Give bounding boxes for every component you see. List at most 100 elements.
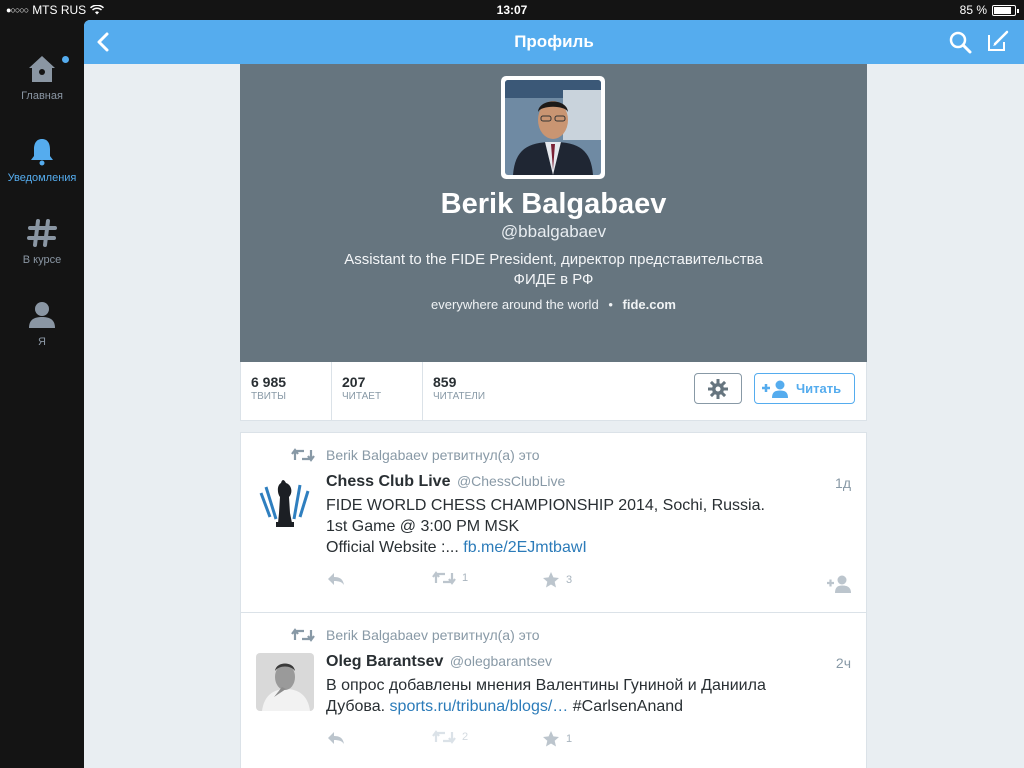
divider [331, 362, 332, 420]
profile-location: everywhere around the world [431, 297, 599, 312]
tweet-link[interactable]: fb.me/2EJmtbawI [463, 539, 587, 556]
tweet-hashtag[interactable]: #CarlsenAnand [573, 698, 683, 715]
navigation-bar: Профиль [84, 20, 1024, 64]
tweet-item[interactable]: Berik Balgabaev ретвитнул(а) это Oleg Ba… [241, 613, 866, 768]
reply-icon [328, 732, 344, 744]
follow-button[interactable]: Читать [754, 373, 855, 404]
retweet-button[interactable]: 2 [432, 730, 468, 744]
profile-avatar[interactable] [501, 76, 605, 179]
tweet-time: 1д [835, 475, 851, 491]
battery-level [994, 6, 1011, 14]
add-user-icon [827, 575, 851, 593]
sidebar-item-label: Я [38, 336, 46, 348]
sidebar-item-label: Уведомления [7, 172, 77, 184]
gear-icon [708, 379, 728, 399]
tweet-link[interactable]: sports.ru/tribuna/blogs/… [390, 698, 569, 715]
status-bar: ●○○○○ MTS RUS 13:07 85 % [0, 0, 1024, 20]
main-panel: Профиль Berik Balgabaev @bbalgabaev Assi… [84, 20, 1024, 768]
retweet-icon [432, 571, 456, 585]
retweet-context[interactable]: Berik Balgabaev ретвитнул(а) это [326, 627, 540, 643]
tweet-text-line: Official Website :... fb.me/2EJmtbawI [326, 537, 846, 558]
sidebar-item-notifications[interactable]: Уведомления [0, 136, 84, 184]
settings-button[interactable] [694, 373, 742, 404]
star-icon [543, 731, 559, 747]
sidebar-item-home[interactable]: Главная [0, 54, 84, 102]
tweet-author-handle[interactable]: @ChessClubLive [457, 473, 565, 489]
star-icon [543, 572, 559, 588]
tweet-text-line: Дубова. sports.ru/tribuna/blogs/… #Carls… [326, 696, 846, 717]
profile-bio: Assistant to the FIDE President, директо… [300, 250, 807, 290]
profile-header: Berik Balgabaev @bbalgabaev Assistant to… [240, 64, 867, 362]
sidebar: Главная Уведомления В курсе Я [0, 20, 84, 768]
sidebar-item-label: Главная [21, 90, 63, 102]
tweet-author-name[interactable]: Chess Club Live [326, 473, 450, 490]
divider [422, 362, 423, 420]
tweet-text-fragment: Official Website :... [326, 539, 459, 556]
tweet-actions: 2 1 [326, 730, 856, 750]
retweet-context[interactable]: Berik Balgabaev ретвитнул(а) это [326, 447, 540, 463]
tweet-text-line: FIDE WORLD CHESS CHAMPIONSHIP 2014, Soch… [326, 497, 765, 514]
sidebar-item-label: В курсе [22, 254, 62, 266]
tweet-text: FIDE WORLD CHESS CHAMPIONSHIP 2014, Soch… [326, 495, 846, 558]
hashtag-icon [27, 219, 57, 247]
stat-following[interactable]: 207 ЧИТАЕТ [342, 374, 381, 402]
stat-tweets[interactable]: 6 985 ТВИТЫ [251, 374, 286, 402]
profile-url-link[interactable]: fide.com [623, 297, 676, 312]
retweet-button[interactable]: 1 [432, 571, 468, 585]
profile-stats-bar: 6 985 ТВИТЫ 207 ЧИТАЕТ 859 ЧИТАТЕЛИ Чита… [240, 362, 867, 421]
sidebar-item-discover[interactable]: В курсе [0, 218, 84, 266]
battery-icon [992, 4, 1019, 16]
separator-dot: • [608, 297, 613, 312]
home-icon [29, 56, 55, 82]
follow-button-label: Читать [796, 381, 842, 396]
tweet-header: Chess Club Live @ChessClubLive [326, 473, 565, 491]
reply-button[interactable] [326, 730, 346, 746]
tweet-header: Oleg Barantsev @olegbarantsev [326, 653, 552, 671]
profile-bio-line: ФИДЕ в РФ [513, 271, 594, 288]
tweet-author-handle[interactable]: @olegbarantsev [450, 653, 552, 669]
unread-dot [62, 56, 69, 63]
user-icon [29, 302, 55, 328]
profile-location-line: everywhere around the world • fide.com [240, 297, 867, 312]
tweet-author-name[interactable]: Oleg Barantsev [326, 653, 443, 670]
profile-handle: @bbalgabaev [500, 222, 607, 241]
profile-photo [505, 80, 601, 175]
tweet-text-line: 1st Game @ 3:00 PM MSK [326, 518, 520, 535]
stat-value: 207 [342, 374, 366, 390]
tweet-list: Berik Balgabaev ретвитнул(а) это Chess C… [240, 432, 867, 768]
tweet-text-fragment: Дубова. [326, 698, 386, 715]
tweet-text: В опрос добавлены мнения Валентины Гунин… [326, 675, 846, 717]
reply-icon [328, 573, 344, 585]
bell-icon [31, 139, 53, 166]
stat-label: ЧИТАЕТ [342, 391, 382, 402]
tweet-item[interactable]: Berik Balgabaev ретвитнул(а) это Chess C… [241, 433, 866, 613]
sidebar-item-me[interactable]: Я [0, 300, 84, 348]
battery-percent: 85 % [959, 3, 987, 17]
retweet-count: 1 [462, 572, 469, 584]
tweet-actions: 1 3 [326, 571, 856, 593]
stat-value: 859 [433, 374, 457, 390]
tweet-time: 2ч [835, 655, 851, 671]
stat-followers[interactable]: 859 ЧИТАТЕЛИ [433, 374, 485, 402]
search-button[interactable] [948, 30, 972, 54]
tweet-text-line: В опрос добавлены мнения Валентины Гунин… [326, 677, 766, 694]
add-user-icon [762, 380, 788, 398]
favorite-count: 3 [566, 574, 573, 586]
tweet-avatar[interactable] [256, 653, 314, 711]
author-photo [256, 653, 314, 711]
retweet-count: 2 [462, 731, 469, 743]
favorite-button[interactable]: 3 [542, 571, 572, 589]
clock: 13:07 [496, 3, 528, 17]
chess-logo [256, 473, 314, 531]
tweet-avatar[interactable] [256, 473, 314, 531]
profile-bio-line: Assistant to the FIDE President, директо… [344, 251, 763, 268]
retweet-icon [291, 448, 315, 462]
retweet-icon [432, 730, 456, 744]
status-bar-right: 85 % [959, 3, 1019, 17]
compose-button[interactable] [986, 29, 1010, 53]
follow-author-button[interactable] [826, 575, 852, 593]
retweet-icon [291, 628, 315, 642]
stat-label: ТВИТЫ [251, 391, 286, 402]
reply-button[interactable] [326, 571, 346, 587]
favorite-button[interactable]: 1 [542, 730, 572, 748]
